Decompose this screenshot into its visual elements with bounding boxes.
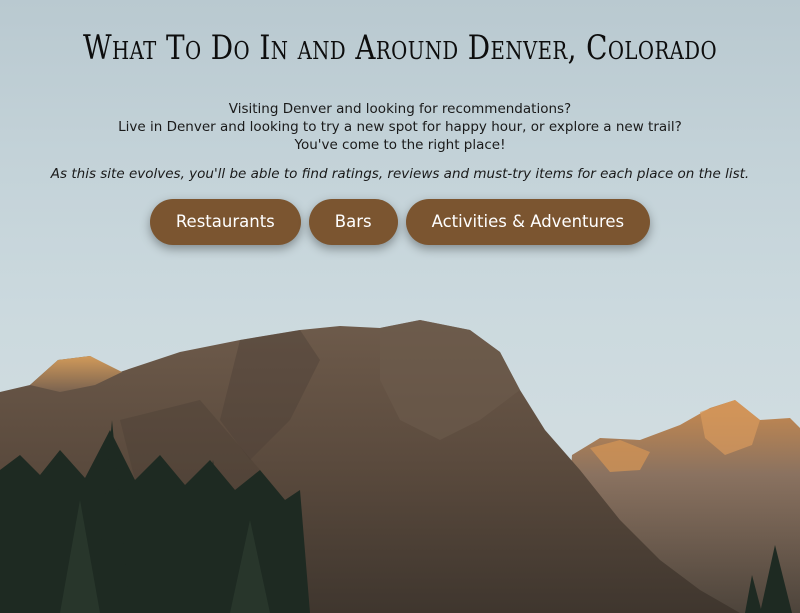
bars-button[interactable]: Bars xyxy=(308,199,398,245)
intro-line: Visiting Denver and looking for recommen… xyxy=(228,101,572,117)
page-title: What To Do In and Around Denver, Colorad… xyxy=(82,28,718,68)
restaurants-button[interactable]: Restaurants xyxy=(149,199,301,245)
intro-line: Live in Denver and looking to try a new … xyxy=(118,119,682,135)
category-nav: Restaurants Bars Activities & Adventures xyxy=(0,199,800,245)
activities-adventures-button[interactable]: Activities & Adventures xyxy=(405,199,651,245)
intro-note: As this site evolves, you'll be able to … xyxy=(50,166,750,182)
hero-content: What To Do In and Around Denver, Colorad… xyxy=(0,0,800,182)
intro-text: Visiting Denver and looking for recommen… xyxy=(0,100,800,154)
intro-line: You've come to the right place! xyxy=(294,137,506,153)
